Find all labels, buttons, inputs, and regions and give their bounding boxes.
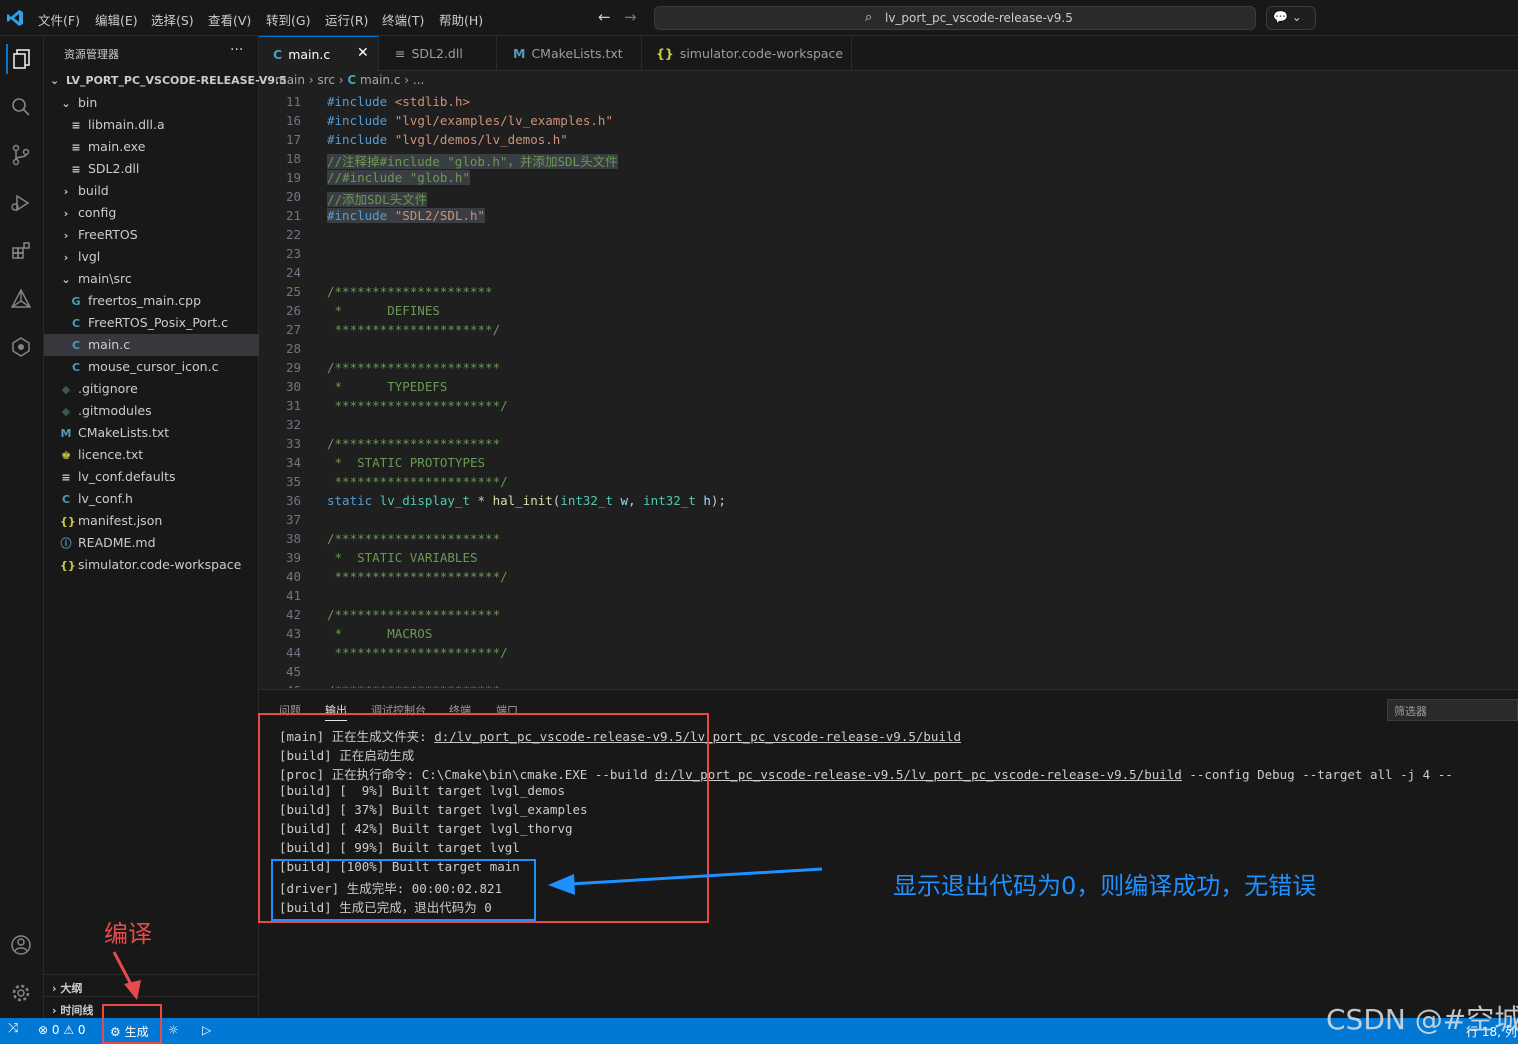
annotation-text-build: 编译 [104,920,152,948]
annotation-text-exit-code: 显示退出代码为0，则编译成功，无错误 [893,872,1317,900]
watermark: CSDN @#空城 [1326,1003,1518,1036]
